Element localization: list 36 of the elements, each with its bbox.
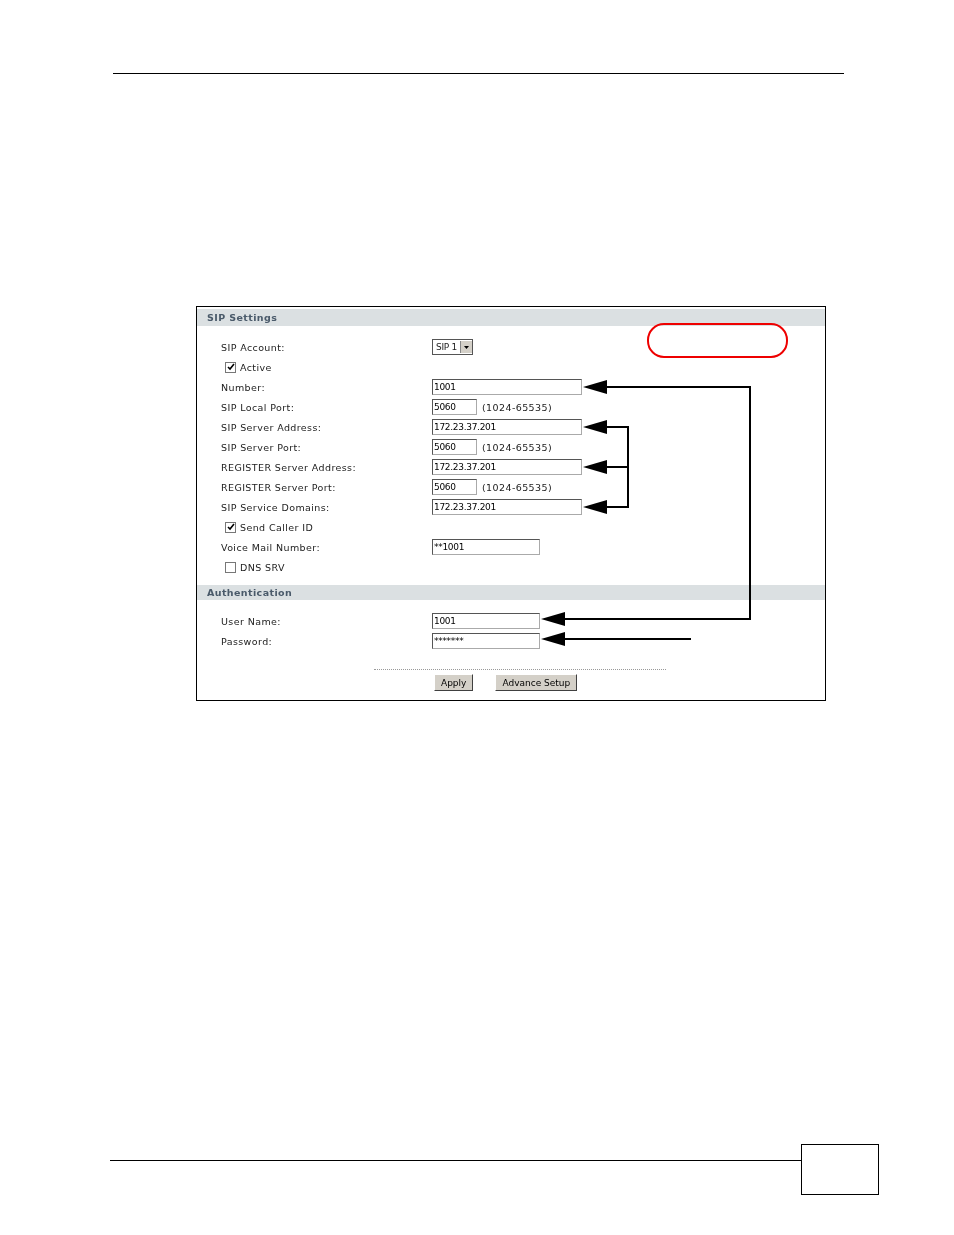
field-label: REGISTER Server Address: [220,461,358,473]
input-field[interactable]: 5060 [432,479,477,495]
field-label: Password: [220,635,274,647]
input-field[interactable]: **1001 [432,539,540,555]
field-label: Voice Mail Number: [220,541,321,553]
input-field[interactable]: 1001 [432,613,540,629]
field-label: SIP Server Address: [220,421,323,433]
input-field[interactable]: 1001 [432,379,582,395]
input-field[interactable]: 5060 [432,399,477,415]
field-label: SIP Server Port: [220,441,303,453]
field-label: Number: [220,381,266,393]
range-hint: (1024-65535) [482,401,553,413]
input-field[interactable]: 5060 [432,439,477,455]
section-header: Authentication [197,585,825,600]
input-field[interactable]: ******* [432,633,540,649]
field-label: SIP Service Domains: [220,501,331,513]
field-label: SIP Account: [220,341,286,353]
input-field[interactable]: 172.23.37.201 [432,459,582,475]
field-label: User Name: [220,615,282,627]
range-hint: (1024-65535) [482,481,553,493]
apply-button[interactable]: Apply [434,674,474,691]
range-hint: (1024-65535) [482,441,553,453]
setup-button[interactable]: Advance Setup [495,674,578,691]
checkbox[interactable] [225,561,236,573]
caret-icon [459,341,472,353]
checkbox[interactable] [225,521,236,533]
input-field[interactable]: 172.23.37.201 [432,419,582,435]
section-header: SIP Settings [197,309,825,326]
input-field[interactable]: 172.23.37.201 [432,499,582,515]
account-select[interactable]: SIP 1 [432,339,473,355]
checkbox-label: Active [240,361,272,373]
field-label: REGISTER Server Port: [220,481,337,493]
checkbox-label: DNS SRV [240,561,285,573]
checkbox-label: Send Caller ID [240,521,314,533]
checkbox[interactable] [225,361,236,373]
field-label: SIP Local Port: [220,401,296,413]
